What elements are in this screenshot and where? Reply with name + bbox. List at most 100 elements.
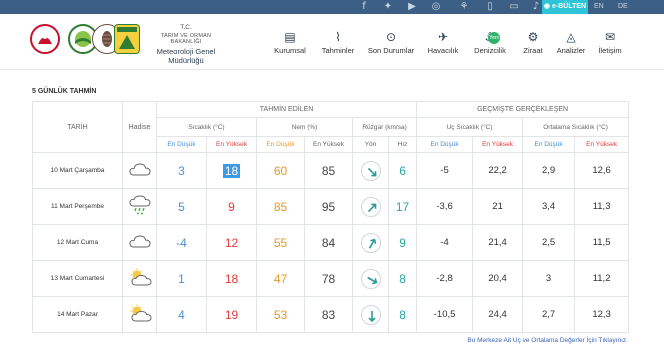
site-header: T.C. TARIM VE ORMAN BAKANLIĞI Meteoroloj… — [0, 14, 664, 70]
row-temp-low: -4 — [156, 224, 207, 261]
row-extreme-low: -5 — [416, 152, 474, 189]
row-temp-high: 12 — [206, 224, 257, 261]
row-event — [122, 296, 157, 333]
meteoroloji-logo[interactable] — [114, 24, 140, 54]
row-extreme-high: 22,2 — [472, 152, 524, 189]
row-hum-high: 84 — [304, 224, 353, 261]
row-avg-high: 11,2 — [574, 260, 630, 297]
row-hum-high: 85 — [304, 152, 353, 189]
microphone-icon[interactable]: ♪ — [530, 1, 542, 13]
lang-de-link[interactable]: DE — [618, 0, 628, 14]
row-extreme-high: 20,4 — [472, 260, 524, 297]
nav-analizler[interactable]: ◬ Analizler — [552, 28, 590, 68]
row-avg-low: 2,5 — [522, 224, 576, 261]
sub-avg-high: En Yüksek — [574, 136, 630, 153]
twitter-icon[interactable]: ✦ — [382, 1, 394, 13]
row-avg-low: 2,7 — [522, 296, 576, 333]
row-avg-high: 11,3 — [574, 188, 630, 225]
row-hum-high: 78 — [304, 260, 353, 297]
row-date: 10 Mart Çarşamba — [32, 152, 123, 189]
station-values-link[interactable]: Bu Merkeze Ait Uç ve Ortalama Değerler İ… — [467, 337, 628, 344]
row-date: 12 Mart Cuma — [32, 224, 123, 261]
new-badge: Yeni — [488, 32, 500, 44]
building-icon: ▤ — [284, 30, 296, 44]
col-event: Hadise — [122, 101, 157, 153]
nav-label: İletişim — [598, 46, 622, 55]
row-avg-low: 2,9 — [522, 152, 576, 189]
wind-arrow-icon — [360, 196, 381, 217]
row-temp-high: 18 — [206, 152, 257, 189]
tablet-icon[interactable]: ▯ — [484, 1, 496, 13]
wind-arrow-icon — [360, 268, 381, 289]
row-wind-speed: 8 — [387, 296, 418, 333]
facebook-icon[interactable]: f — [358, 1, 370, 13]
group-past: GEÇMİŞTE GERÇEKLEŞEN — [416, 101, 630, 118]
row-extreme-low: -2,8 — [416, 260, 474, 297]
nav-label: Ziraat — [523, 46, 543, 55]
lang-en-link[interactable]: EN — [594, 0, 604, 14]
nav-label: Kurumsal — [274, 46, 306, 55]
group-predicted: TAHMİN EDİLEN — [155, 101, 418, 118]
row-temp-low: 1 — [156, 260, 207, 297]
row-date: 11 Mart Perşembe — [32, 188, 123, 225]
nav-tahminler[interactable]: ⌇ Tahminler — [316, 28, 360, 68]
forecast-title: 5 GÜNLÜK TAHMİN — [32, 88, 97, 95]
nav-iletisim[interactable]: ✉ İletişim — [592, 28, 628, 68]
forecast-row: 10 Mart Çarşamba 3 18 60 85 6 -5 22,2 2,9 12,6 — [32, 152, 630, 189]
sub-wind-speed: Hız — [387, 136, 418, 153]
monitor-icon[interactable]: ▭ — [508, 1, 520, 13]
drop-icon: ◬ — [566, 30, 576, 44]
cloudy-icon — [128, 235, 151, 251]
youtube-icon[interactable]: ▶ — [406, 1, 418, 13]
col-humidity: Nem (%) — [256, 117, 353, 137]
row-wind-dir — [352, 188, 389, 225]
row-extreme-high: 21,4 — [472, 224, 524, 261]
row-temp-low: 4 — [156, 296, 207, 333]
row-avg-low: 3,4 — [522, 188, 576, 225]
partly-cloudy-icon — [128, 268, 152, 289]
row-hum-low: 53 — [256, 296, 305, 333]
plane-icon: ✈ — [437, 30, 449, 44]
instagram-icon[interactable]: ◎ — [430, 1, 442, 13]
tree-icon[interactable]: ⚘ — [458, 1, 470, 13]
col-extreme-temp: Uç Sıcaklık (°C) — [416, 117, 524, 137]
row-avg-high: 11,5 — [574, 224, 630, 261]
sub-hum-low: En Düşük — [256, 136, 305, 153]
row-temp-high: 19 — [206, 296, 257, 333]
sub-hum-high: En Yüksek — [304, 136, 353, 153]
row-date: 14 Mart Pazar — [32, 296, 123, 333]
nav-label: Havacılık — [427, 46, 459, 55]
sub-temp-low: En Düşük — [156, 136, 207, 153]
org-name: Meteoroloji Genel Müdürlüğü — [156, 47, 216, 65]
chart-icon: ⌇ — [335, 30, 341, 44]
org-title[interactable]: T.C. TARIM VE ORMAN BAKANLIĞI Meteoroloj… — [146, 24, 226, 65]
col-date: TARİH — [32, 101, 123, 153]
e-bulten-button[interactable]: ◉ e-BÜLTEN — [542, 0, 588, 14]
forecast-row: 12 Mart Cuma -4 12 55 84 9 -4 21,4 2,5 11,5 — [32, 224, 630, 261]
row-avg-low: 3 — [522, 260, 576, 297]
row-wind-dir — [352, 260, 389, 297]
nav-ziraat[interactable]: ⚙ Ziraat — [516, 28, 550, 68]
sub-avg-low: En Düşük — [522, 136, 576, 153]
sub-extreme-low: En Düşük — [416, 136, 474, 153]
row-extreme-low: -4 — [416, 224, 474, 261]
forecast-row: 14 Mart Pazar 4 19 53 83 8 -10,5 24,4 2,7 12,3 — [32, 296, 630, 333]
row-hum-low: 55 — [256, 224, 305, 261]
partly-cloudy-icon — [128, 304, 152, 325]
temp-high-value: 12 — [224, 235, 239, 250]
ministry-logo[interactable] — [30, 24, 60, 54]
row-event — [122, 224, 157, 261]
col-avg-temp: Ortalama Sıcaklık (°C) — [522, 117, 630, 137]
nav-havacilik[interactable]: ✈ Havacılık — [422, 28, 464, 68]
nav-son-durumlar[interactable]: ⊙ Son Durumlar — [364, 28, 418, 68]
row-event — [122, 260, 157, 297]
row-extreme-high: 21 — [472, 188, 524, 225]
row-temp-low: 5 — [156, 188, 207, 225]
col-wind: Rüzgar (km/sa) — [351, 117, 418, 137]
row-extreme-low: -3,6 — [416, 188, 474, 225]
nav-label: Tahminler — [321, 46, 355, 55]
nav-kurumsal[interactable]: ▤ Kurumsal — [268, 28, 312, 68]
envelope-icon: ✉ — [604, 30, 616, 44]
forecast-row: 11 Mart Perşembe 5 9 85 95 17 -3,6 21 3,4 11,3 — [32, 188, 630, 225]
temp-high-value: 18 — [224, 271, 239, 286]
